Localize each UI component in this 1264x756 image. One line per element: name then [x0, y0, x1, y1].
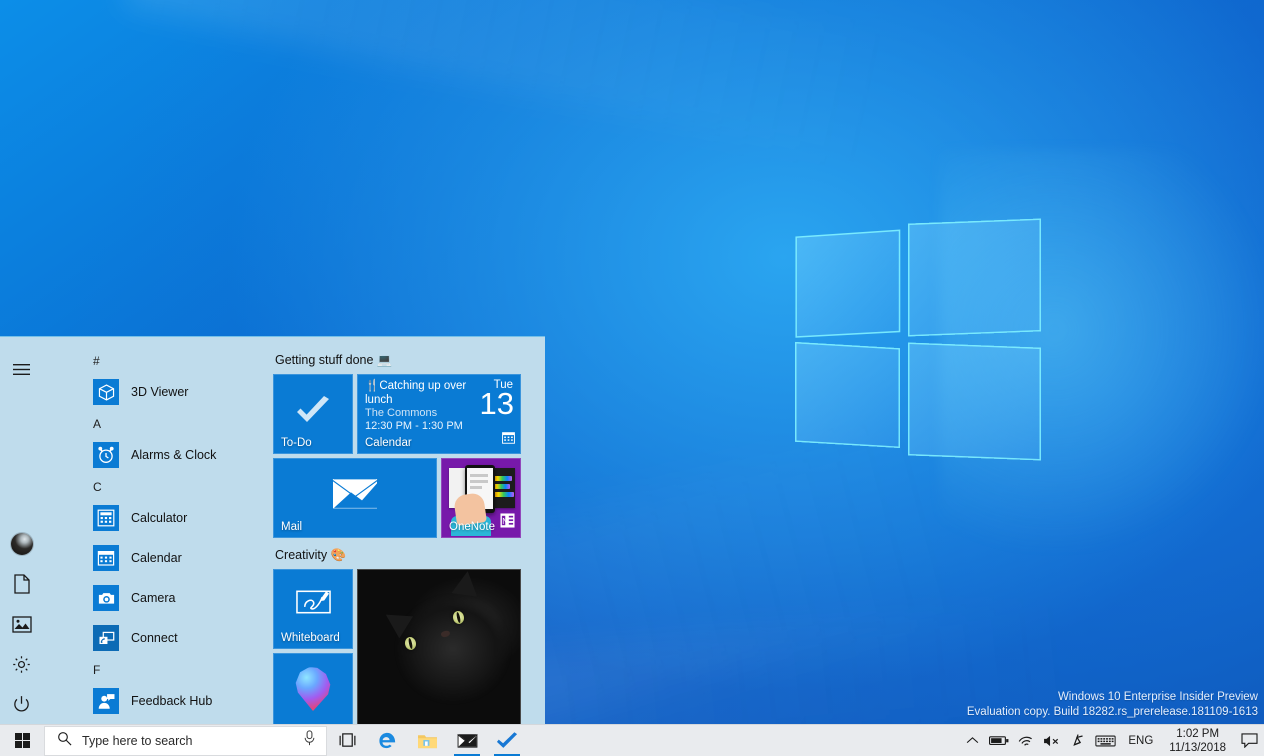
- taskbar: Type here to search: [0, 724, 1264, 756]
- app-list-item-connect[interactable]: Connect: [43, 618, 273, 658]
- windows-logo-icon: [15, 733, 30, 748]
- group-letter: A: [43, 412, 273, 435]
- wifi-icon[interactable]: [1013, 725, 1039, 756]
- watermark-line-1: Windows 10 Enterprise Insider Preview: [967, 690, 1258, 705]
- camera-icon: [93, 585, 119, 611]
- app-list-item-label: Connect: [131, 631, 178, 645]
- tile-label: OneNote: [449, 521, 495, 533]
- app-list-item-label: Calculator: [131, 511, 187, 525]
- feedback-person-icon: [93, 688, 119, 714]
- app-list-item-calendar[interactable]: Calendar: [43, 538, 273, 578]
- tile-paint-3d[interactable]: [273, 653, 353, 724]
- tile-mail[interactable]: Mail: [273, 458, 437, 538]
- app-list-item-label: Alarms & Clock: [131, 448, 216, 462]
- svg-text:N: N: [502, 517, 508, 526]
- whiteboard-pen-icon: [296, 587, 331, 622]
- cat-photo: [375, 575, 521, 724]
- start-button[interactable]: [0, 725, 44, 756]
- group-letter: F: [43, 658, 273, 681]
- app-list-item-feedback-hub[interactable]: Feedback Hub: [43, 681, 273, 721]
- action-center-button[interactable]: [1234, 725, 1264, 756]
- tile-onenote[interactable]: OneNote N: [441, 458, 521, 538]
- paint-droplet-icon: [295, 667, 331, 711]
- group-letter: C: [43, 475, 273, 498]
- app-list-item-label: Feedback Hub: [131, 694, 212, 708]
- tile-row: Whiteboard: [273, 569, 531, 724]
- power-icon[interactable]: [2, 684, 42, 724]
- watermark-line-2: Evaluation copy. Build 18282.rs_prerelea…: [967, 705, 1258, 720]
- app-list-item-label: 3D Viewer: [131, 385, 188, 399]
- hamburger-menu-icon[interactable]: [2, 349, 42, 389]
- app-list-item-3d-viewer[interactable]: 3D Viewer: [43, 372, 273, 412]
- app-list-item-label: Calendar: [131, 551, 182, 565]
- calculator-icon: [93, 505, 119, 531]
- cube-icon: [93, 379, 119, 405]
- volume-muted-icon[interactable]: [1039, 725, 1065, 756]
- touch-keyboard-icon[interactable]: [1091, 725, 1120, 756]
- tile-photos[interactable]: [357, 569, 521, 724]
- bluetooth-icon[interactable]: [1065, 725, 1091, 756]
- task-view-button[interactable]: [327, 725, 367, 756]
- calendar-event-time: 12:30 PM - 1:30 PM: [365, 420, 463, 432]
- system-tray: ENG 1:02 PM 11/13/2018: [959, 725, 1264, 756]
- connect-cast-icon: [93, 625, 119, 651]
- language-indicator[interactable]: ENG: [1120, 735, 1161, 747]
- onenote-badge-icon: N: [500, 513, 515, 533]
- clock-date: 11/13/2018: [1169, 741, 1226, 755]
- show-hidden-icons-chevron-up-icon[interactable]: [959, 725, 985, 756]
- light-ray: [123, 0, 893, 165]
- search-input[interactable]: Type here to search: [44, 726, 327, 756]
- tile-label: To-Do: [281, 437, 312, 449]
- tile-group-title[interactable]: Creativity 🎨: [275, 548, 531, 562]
- clock[interactable]: 1:02 PM 11/13/2018: [1161, 727, 1234, 755]
- start-menu-tiles: Getting stuff done 💻 To-Do 🍴Catching up …: [273, 337, 545, 724]
- app-list-item-camera[interactable]: Camera: [43, 578, 273, 618]
- calendar-event-title: 🍴Catching up over lunch: [365, 380, 473, 407]
- tile-group-title[interactable]: Getting stuff done 💻: [275, 353, 531, 367]
- tile-label: Calendar: [365, 437, 412, 449]
- documents-icon[interactable]: [2, 564, 42, 604]
- calendar-event-location: The Commons: [365, 407, 437, 419]
- tile-label: Whiteboard: [281, 632, 340, 644]
- envelope-icon: [332, 475, 378, 514]
- calendar-icon: [502, 431, 515, 449]
- tile-calendar[interactable]: 🍴Catching up over lunch The Commons 12:3…: [357, 374, 521, 454]
- evaluation-watermark: Windows 10 Enterprise Insider Preview Ev…: [967, 690, 1258, 720]
- settings-gear-icon[interactable]: [2, 644, 42, 684]
- search-placeholder-text: Type here to search: [82, 734, 303, 748]
- avatar[interactable]: [2, 524, 42, 564]
- checkmark-icon: [295, 396, 331, 431]
- calendar-day-number: 13: [480, 388, 514, 419]
- calendar-icon: [93, 545, 119, 571]
- tile-row: Mail OneNote N: [273, 458, 531, 538]
- mail-button[interactable]: [447, 725, 487, 756]
- tile-row: To-Do 🍴Catching up over lunch The Common…: [273, 374, 531, 454]
- windows-logo-wallpaper-icon: [793, 205, 1043, 465]
- app-list-item-label: Camera: [131, 591, 175, 605]
- alarm-clock-icon: [93, 442, 119, 468]
- battery-icon[interactable]: [985, 725, 1013, 756]
- start-menu: # 3D Viewer A: [0, 336, 545, 724]
- app-list-item-alarms-clock[interactable]: Alarms & Clock: [43, 435, 273, 475]
- desktop-screen: Windows 10 Enterprise Insider Preview Ev…: [0, 0, 1264, 756]
- todo-button[interactable]: [487, 725, 527, 756]
- group-letter: #: [43, 349, 273, 372]
- clock-time: 1:02 PM: [1169, 727, 1226, 741]
- app-list-item-calculator[interactable]: Calculator: [43, 498, 273, 538]
- microsoft-edge-button[interactable]: [367, 725, 407, 756]
- microphone-icon[interactable]: [303, 730, 316, 751]
- file-explorer-button[interactable]: [407, 725, 447, 756]
- tile-todo[interactable]: To-Do: [273, 374, 353, 454]
- tile-label: Mail: [281, 521, 302, 533]
- tile-whiteboard[interactable]: Whiteboard: [273, 569, 353, 649]
- start-menu-rail: [0, 337, 43, 724]
- start-menu-app-list[interactable]: # 3D Viewer A: [43, 337, 273, 724]
- pictures-icon[interactable]: [2, 604, 42, 644]
- search-icon: [57, 731, 72, 751]
